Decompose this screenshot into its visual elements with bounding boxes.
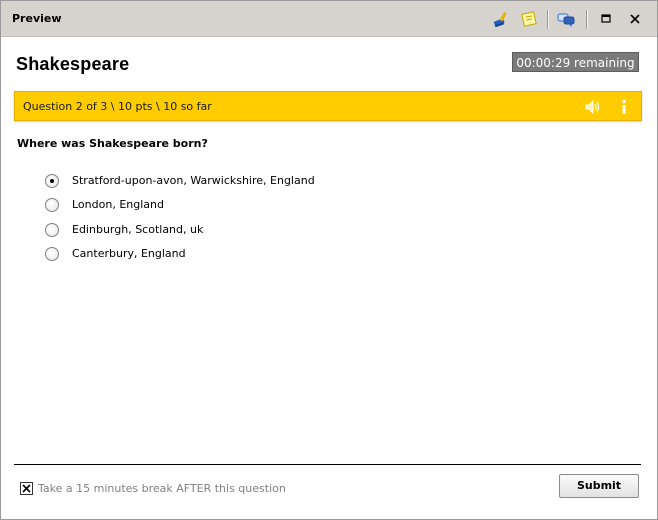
answer-label: Stratford-upon-avon, Warwickshire, Engla… xyxy=(72,174,315,187)
answer-option[interactable]: Canterbury, England xyxy=(45,246,365,264)
notes-icon[interactable] xyxy=(520,10,538,28)
break-label: Take a 15 minutes break AFTER this quest… xyxy=(38,482,286,495)
answer-label: Canterbury, England xyxy=(72,247,186,260)
quiz-content: Shakespeare 00:00:29 remaining Question … xyxy=(1,37,657,519)
toolbar-separator xyxy=(547,10,549,29)
brush-icon[interactable] xyxy=(492,10,510,28)
info-icon[interactable] xyxy=(615,98,633,116)
radio-button[interactable] xyxy=(45,174,59,188)
question-progress-text: Question 2 of 3 \ 10 pts \ 10 so far xyxy=(23,100,212,113)
break-checkbox[interactable] xyxy=(20,482,33,495)
radio-button[interactable] xyxy=(45,223,59,237)
submit-button[interactable]: Submit xyxy=(559,474,639,498)
title-bar: Preview xyxy=(1,1,657,37)
answer-label: London, England xyxy=(72,198,164,211)
answer-label: Edinburgh, Scotland, uk xyxy=(72,223,204,236)
preview-window: Preview Shakespeare 00:00:29 remaining Q… xyxy=(0,0,658,520)
footer-divider xyxy=(14,464,641,465)
maximize-button[interactable] xyxy=(597,10,615,28)
radio-button[interactable] xyxy=(45,198,59,212)
answer-option[interactable]: Stratford-upon-avon, Warwickshire, Engla… xyxy=(45,173,365,191)
radio-selected-dot xyxy=(50,179,54,183)
checkbox-x-icon xyxy=(22,484,31,493)
maximize-icon xyxy=(601,14,611,23)
question-progress-bar: Question 2 of 3 \ 10 pts \ 10 so far xyxy=(14,91,642,121)
quiz-title: Shakespeare xyxy=(16,54,130,74)
question-text: Where was Shakespeare born? xyxy=(17,137,208,150)
close-button[interactable] xyxy=(626,10,644,28)
chat-icon[interactable] xyxy=(557,10,575,28)
answer-option[interactable]: Edinburgh, Scotland, uk xyxy=(45,222,365,240)
window-title: Preview xyxy=(12,12,62,25)
toolbar-separator xyxy=(586,10,588,29)
radio-button[interactable] xyxy=(45,247,59,261)
timer-display: 00:00:29 remaining xyxy=(512,52,639,72)
answer-option[interactable]: London, England xyxy=(45,197,365,215)
close-icon xyxy=(630,14,640,24)
speaker-icon[interactable] xyxy=(584,98,602,116)
